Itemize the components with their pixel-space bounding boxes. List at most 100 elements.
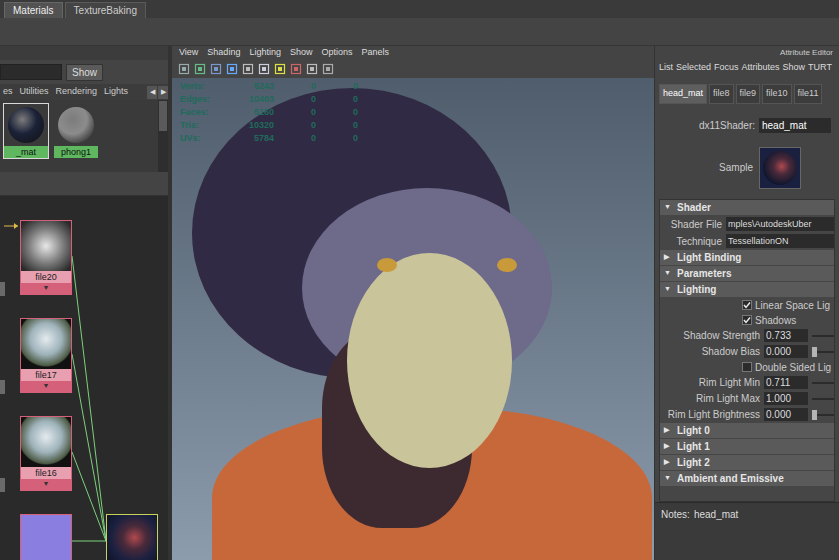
slider[interactable] (812, 346, 835, 358)
number-field[interactable]: 1.000 (764, 392, 808, 405)
section-header[interactable]: ▼Lighting (660, 282, 834, 297)
tool-icon[interactable] (242, 63, 254, 75)
node-tab[interactable]: file11 (794, 84, 823, 104)
menu-item[interactable]: Selected (676, 61, 711, 75)
number-row: Shadow Bias0.000 (660, 344, 834, 360)
number-field[interactable]: 0.733 (764, 329, 808, 342)
checkbox[interactable] (742, 300, 752, 310)
node-expand-icon[interactable]: ▼ (43, 283, 50, 294)
checkbox[interactable] (742, 315, 752, 325)
viewport-menu-item[interactable]: Shading (207, 46, 240, 60)
checkbox-row: Shadows (660, 313, 834, 328)
tool-icon[interactable] (194, 63, 206, 75)
hypershade-tab[interactable]: es (0, 85, 16, 100)
section-header[interactable]: ▼Ambient and Emissive (660, 471, 834, 486)
section-header[interactable]: ▼Shader (660, 200, 834, 215)
material-swatch[interactable]: phong1 (53, 103, 99, 159)
menu-item[interactable]: Focus (714, 61, 739, 75)
section-header[interactable]: ▶Light 2 (660, 455, 834, 470)
node-thumbnail (21, 221, 71, 271)
node-expand-icon[interactable]: ▼ (43, 381, 50, 392)
viewport-canvas[interactable]: Verts:524300Edges:1040300Faces:516000Tri… (172, 78, 654, 560)
viewport-menu-item[interactable]: Show (290, 46, 313, 60)
number-row: Shadow Strength0.733 (660, 328, 834, 344)
material-swatch[interactable]: _mat (3, 103, 49, 159)
viewport-menu-item[interactable]: Panels (361, 46, 389, 60)
node-input-stub (0, 282, 5, 296)
scrollbar[interactable] (158, 100, 168, 172)
menu-item[interactable]: List (659, 61, 673, 75)
viewport-menu-item[interactable]: View (179, 46, 198, 60)
collapsed-icon: ▶ (664, 441, 672, 452)
tool-icon[interactable] (274, 63, 286, 75)
shader-name-field[interactable]: head_mat (759, 118, 831, 133)
number-field[interactable]: 0.000 (764, 345, 808, 358)
section-header[interactable]: ▶Light Binding (660, 250, 834, 265)
node-input-stub (0, 380, 5, 394)
tool-icon[interactable] (178, 63, 190, 75)
number-row: Rim Light Min0.711 (660, 375, 834, 391)
viewport-panel: View Shading Lighting Show Options Panels Vert… (172, 46, 654, 560)
graph-node[interactable]: ▼ (106, 514, 158, 560)
search-row: Show (0, 60, 168, 84)
graph-node[interactable]: file16▼ (20, 416, 72, 491)
graph-node[interactable]: ▼ (20, 514, 72, 560)
node-tab[interactable]: file9 (736, 84, 761, 104)
check-icon (743, 301, 751, 309)
viewport-menu-item[interactable]: Lighting (249, 46, 281, 60)
slider-handle[interactable] (812, 410, 817, 420)
number-field[interactable]: 0.000 (764, 408, 808, 421)
model-render (172, 78, 654, 560)
hud-row: Verts:524300 (180, 80, 358, 93)
viewport-menu: View Shading Lighting Show Options Panels (172, 46, 654, 60)
node-graph[interactable]: file20▼file17▼file16▼▼▼ (0, 196, 168, 560)
section-header[interactable]: ▼Parameters (660, 266, 834, 281)
node-tab[interactable]: file10 (762, 84, 792, 104)
shader-name-row: dx11Shader:head_mat (655, 104, 839, 147)
graph-node[interactable]: file20▼ (20, 220, 72, 295)
menu-item[interactable]: Attributes (742, 61, 780, 75)
number-field[interactable]: 0.711 (764, 376, 808, 389)
text-field[interactable]: mples\AutodeskUber (726, 217, 834, 231)
hypershade-tab[interactable]: Utilities (17, 85, 52, 100)
swatch-sphere-icon (58, 107, 94, 143)
tool-icon[interactable] (322, 63, 334, 75)
tool-icon[interactable] (258, 63, 270, 75)
tool-icon[interactable] (210, 63, 222, 75)
slider[interactable] (812, 330, 835, 342)
section-header[interactable]: ▶Light 1 (660, 439, 834, 454)
node-thumbnail (21, 515, 71, 560)
check-icon (743, 316, 751, 324)
tool-icon[interactable] (306, 63, 318, 75)
swatch-sphere-icon (8, 107, 44, 143)
menu-item[interactable]: TURT (808, 61, 832, 75)
viewport-menu-item[interactable]: Options (321, 46, 352, 60)
hypershade-tab[interactable]: Lights (101, 85, 131, 100)
graph-node[interactable]: file17▼ (20, 318, 72, 393)
hud-row: Faces:516000 (180, 106, 358, 119)
tab-scroll-button[interactable]: ▶ (158, 86, 168, 99)
heads-up-display: Verts:524300Edges:1040300Faces:516000Tri… (180, 80, 358, 145)
app-tab[interactable]: TextureBaking (65, 2, 146, 18)
tool-icon[interactable] (290, 63, 302, 75)
node-tab[interactable]: head_mat (659, 84, 707, 104)
tool-icon[interactable] (226, 63, 238, 75)
section-header[interactable]: ▶Light 0 (660, 423, 834, 438)
slider[interactable] (812, 409, 835, 421)
app-tab[interactable]: Materials (4, 2, 63, 18)
node-expand-icon[interactable]: ▼ (43, 479, 50, 490)
expanded-icon: ▼ (664, 202, 672, 213)
slider[interactable] (812, 393, 835, 405)
text-field[interactable]: TessellationON (726, 234, 834, 248)
checkbox[interactable] (742, 362, 752, 372)
hypershade-tab[interactable]: Rendering (53, 85, 101, 100)
collapsed-icon: ▶ (664, 252, 672, 263)
menu-item[interactable]: Show (783, 61, 806, 75)
slider-handle[interactable] (812, 347, 817, 357)
slider[interactable] (812, 377, 835, 389)
show-button[interactable]: Show (66, 64, 103, 81)
node-tab[interactable]: file8 (709, 84, 734, 104)
hud-row: Edges:1040300 (180, 93, 358, 106)
search-field[interactable] (0, 64, 62, 80)
tab-scroll-button[interactable]: ◀ (147, 86, 157, 99)
